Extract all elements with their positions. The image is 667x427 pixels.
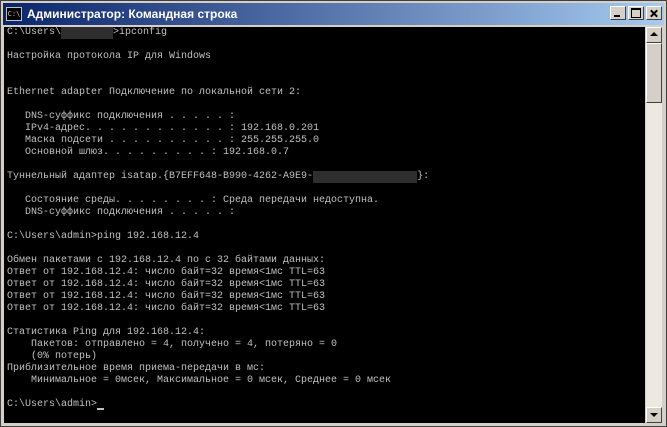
close-button[interactable] <box>646 6 662 20</box>
console-line: Приблизительное время приема-передачи в … <box>7 363 266 374</box>
scroll-up-button[interactable] <box>646 27 662 43</box>
title-bar[interactable]: C:\ Администратор: Командная строка <box>3 3 664 25</box>
console-line: Маска подсети . . . . . . . . . . : 255.… <box>7 135 320 146</box>
console-line: Обмен пакетами с 192.168.12.4 по с 32 ба… <box>7 255 326 266</box>
cmd-icon[interactable]: C:\ <box>6 7 22 21</box>
scroll-down-button[interactable] <box>646 407 662 423</box>
console-prompt-line[interactable]: C:\Users\admin> <box>4 399 645 411</box>
console-line: Ethernet adapter Подключение по локально… <box>7 87 302 98</box>
scroll-thumb[interactable] <box>646 43 662 103</box>
console-line: Состояние среды. . . . . . . . : Среда п… <box>7 195 380 206</box>
minimize-button[interactable] <box>610 6 626 20</box>
window-controls <box>610 6 662 20</box>
maximize-button[interactable] <box>628 6 644 20</box>
redacted-username <box>61 27 114 39</box>
window-title: Администратор: Командная строка <box>27 7 238 21</box>
console-line: Туннельный адаптер isatap.{B7EFF648-B990… <box>7 171 430 183</box>
console-line: Минимальное = 0мсек, Максимальное = 0 мс… <box>7 375 392 386</box>
console-line: Ответ от 192.168.12.4: число байт=32 вре… <box>7 267 326 278</box>
console-window: C:\ Администратор: Командная строка C:\U… <box>0 0 667 427</box>
console-line: DNS-суффикс подключения . . . . . : <box>7 207 236 218</box>
console-line: DNS-суффикс подключения . . . . . : <box>7 111 236 122</box>
console-line: Настройка протокола IP для Windows <box>7 51 212 62</box>
console-line: (0% потерь) <box>7 351 98 362</box>
console-line: Статистика Ping для 192.168.12.4: <box>7 327 206 338</box>
console-line: C:\Users\ >ipconfig <box>7 27 168 39</box>
console-line: Ответ от 192.168.12.4: число байт=32 вре… <box>7 303 326 314</box>
redacted-guid <box>313 171 418 183</box>
console-output[interactable]: C:\Users\ >ipconfig Настройка протокола I… <box>4 27 645 423</box>
console-line: C:\Users\admin>ping 192.168.12.4 <box>7 231 200 242</box>
console-line: Пакетов: отправлено = 4, получено = 4, п… <box>7 339 338 350</box>
vertical-scrollbar[interactable] <box>646 27 662 423</box>
console-line: Основной шлюз. . . . . . . . . : 192.168… <box>7 147 290 158</box>
text-cursor <box>97 408 105 410</box>
console-line: Ответ от 192.168.12.4: число байт=32 вре… <box>7 291 326 302</box>
console-line: IPv4-адрес. . . . . . . . . . . . : 192.… <box>7 123 320 134</box>
console-line: Ответ от 192.168.12.4: число байт=32 вре… <box>7 279 326 290</box>
